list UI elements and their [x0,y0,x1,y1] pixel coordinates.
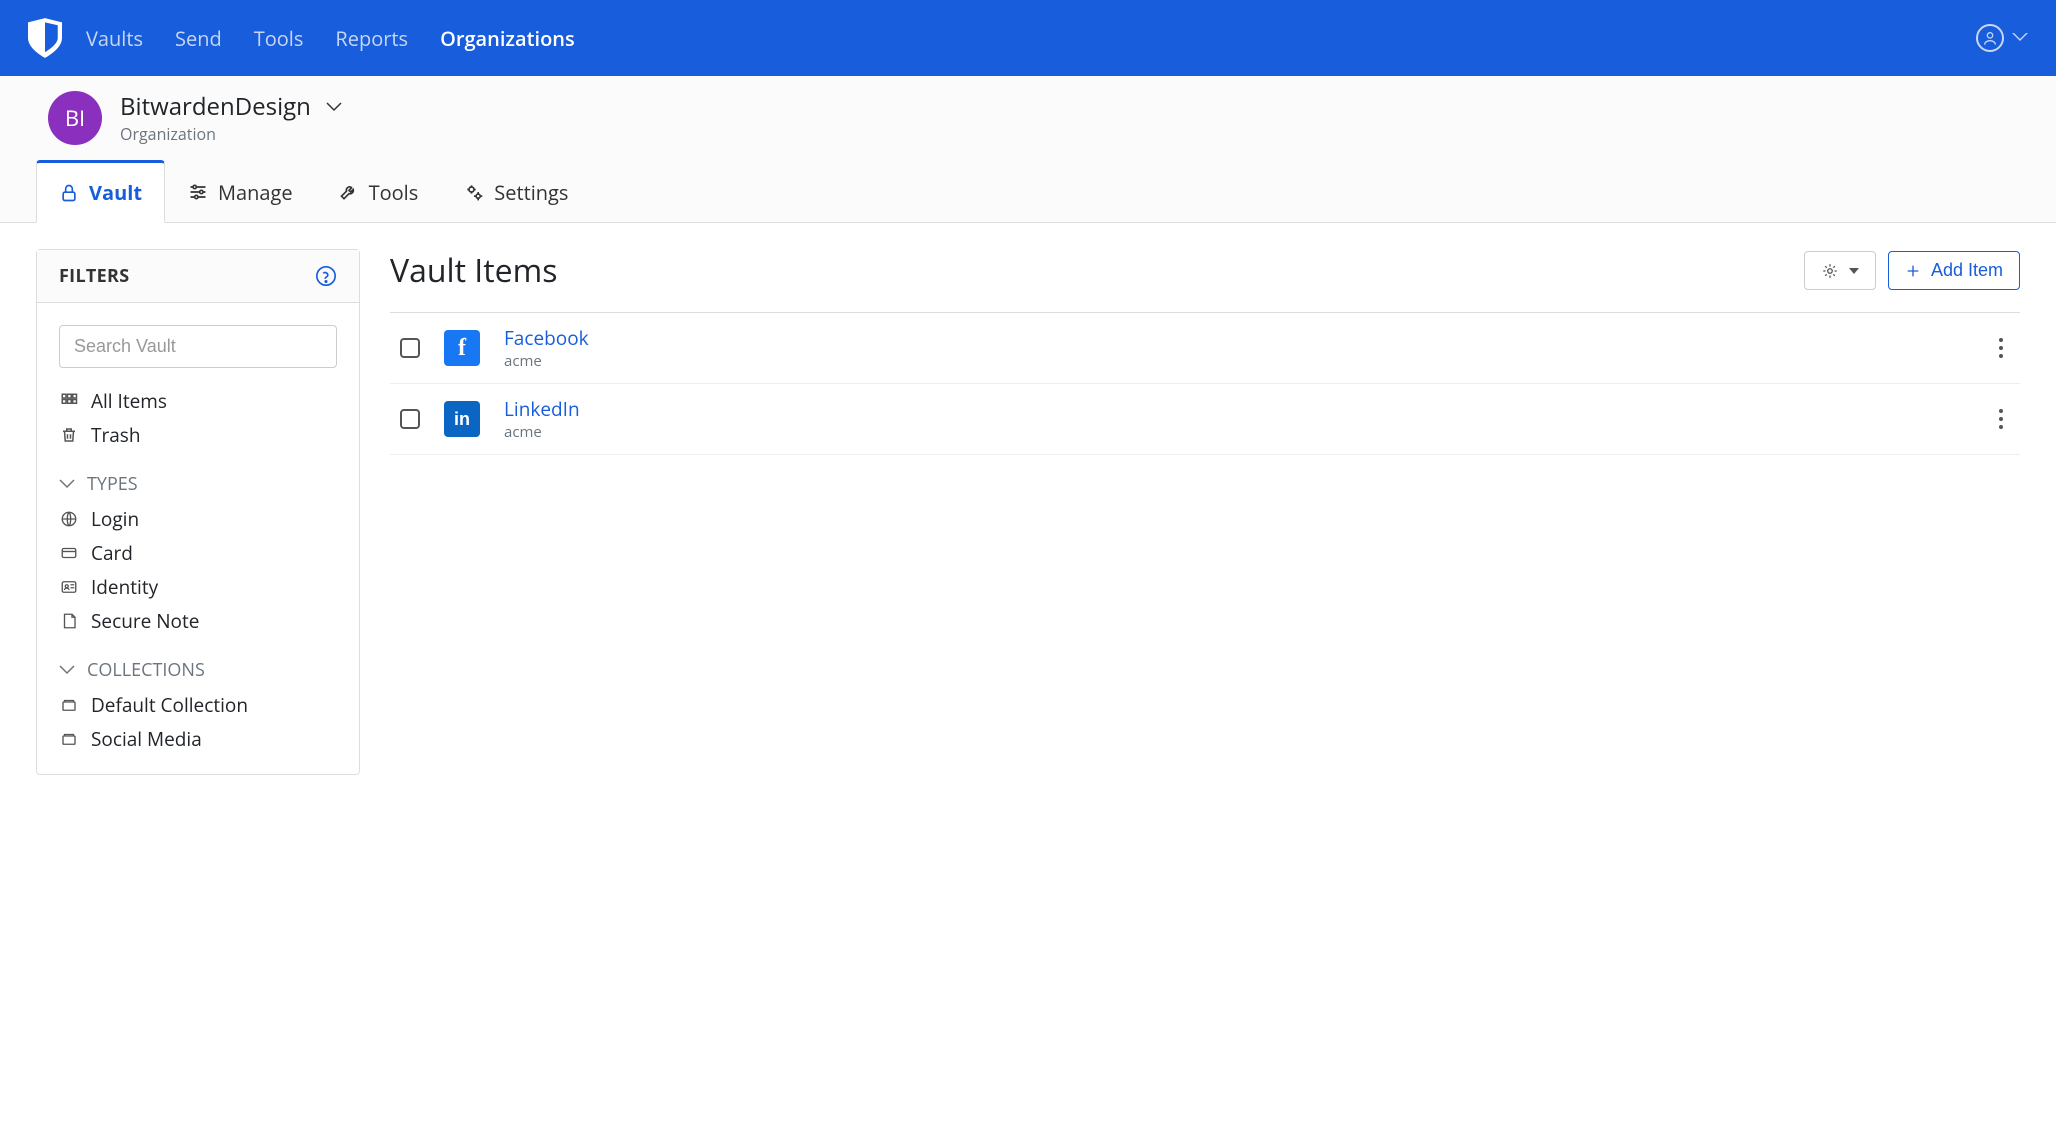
top-nav: Vaults Send Tools Reports Organizations [86,25,575,52]
collection-icon [59,730,79,748]
gears-icon [464,182,484,202]
filter-type-secure-note[interactable]: Secure Note [59,608,337,634]
id-icon [59,578,79,596]
filter-type-login[interactable]: Login [59,506,337,532]
chevron-down-icon [59,665,75,675]
nav-organizations[interactable]: Organizations [440,25,575,52]
lock-icon [59,183,79,203]
filter-label: Trash [91,422,141,448]
org-avatar: BI [48,91,102,145]
filter-type-identity[interactable]: Identity [59,574,337,600]
tab-label: Settings [494,179,568,206]
item-subtitle: acme [504,351,589,371]
vault-items-table: f Facebook acme in LinkedIn acme [390,312,2020,455]
profile-icon[interactable] [1976,24,2004,52]
filter-type-card[interactable]: Card [59,540,337,566]
org-tabs: Vault Manage Tools Settings [0,159,2056,223]
search-input[interactable] [59,325,337,368]
chevron-down-icon [325,102,343,112]
add-item-button[interactable]: Add Item [1888,251,2020,290]
filter-collection-default[interactable]: Default Collection [59,692,337,718]
item-checkbox[interactable] [400,338,420,358]
topbar-right [1976,24,2028,52]
profile-chevron-icon[interactable] [2012,33,2028,43]
globe-icon [59,510,79,528]
filter-group-types[interactable]: TYPES [59,472,337,496]
filter-all-items[interactable]: All Items [59,388,337,414]
vault-item-row: f Facebook acme [390,313,2020,384]
filter-trash[interactable]: Trash [59,422,337,448]
filters-card: FILTERS All Items Trash [36,249,360,775]
filter-label: Login [91,506,139,532]
org-header: BI BitwardenDesign Organization [0,76,2056,159]
item-name[interactable]: LinkedIn [504,396,580,422]
tab-settings[interactable]: Settings [441,160,591,223]
filter-label: Social Media [91,726,202,752]
item-menu-button[interactable] [1992,331,2010,365]
page-title: Vault Items [390,249,557,292]
plus-icon [1905,263,1921,279]
sliders-icon [188,182,208,202]
org-switcher[interactable]: BitwardenDesign [120,90,343,123]
facebook-icon: f [444,330,480,366]
filter-label: Secure Note [91,608,199,634]
tab-manage[interactable]: Manage [165,160,316,223]
collection-icon [59,696,79,714]
filter-label: Card [91,540,133,566]
sidebar: FILTERS All Items Trash [36,249,360,775]
grid-icon [59,392,79,410]
wrench-icon [339,182,359,202]
group-label: COLLECTIONS [87,658,205,682]
linkedin-icon: in [444,401,480,437]
button-label: Add Item [1931,260,2003,281]
item-subtitle: acme [504,422,580,442]
org-name: BitwardenDesign [120,90,311,123]
content: FILTERS All Items Trash [0,223,2056,801]
org-subtitle: Organization [120,123,343,145]
caret-down-icon [1849,268,1859,274]
nav-reports[interactable]: Reports [335,25,408,52]
tab-tools[interactable]: Tools [316,160,442,223]
kebab-icon [1998,337,2004,359]
logo-shield-icon[interactable] [28,18,62,58]
filter-label: All Items [91,388,167,414]
nav-tools[interactable]: Tools [254,25,304,52]
filter-group-collections[interactable]: COLLECTIONS [59,658,337,682]
bulk-actions-button[interactable] [1804,251,1876,290]
kebab-icon [1998,408,2004,430]
tab-label: Manage [218,179,293,206]
trash-icon [59,426,79,444]
gear-icon [1821,262,1839,280]
filter-collection-social-media[interactable]: Social Media [59,726,337,752]
item-menu-button[interactable] [1992,402,2010,436]
group-label: TYPES [87,472,138,496]
nav-send[interactable]: Send [175,25,222,52]
filters-header: FILTERS [37,250,359,303]
main-header: Vault Items Add Item [390,249,2020,292]
filter-label: Identity [91,574,158,600]
note-icon [59,612,79,630]
item-name[interactable]: Facebook [504,325,589,351]
main: Vault Items Add Item f Facebook acme [390,249,2020,775]
tab-vault[interactable]: Vault [36,160,165,223]
topbar: Vaults Send Tools Reports Organizations [0,0,2056,76]
chevron-down-icon [59,479,75,489]
nav-vaults[interactable]: Vaults [86,25,143,52]
help-icon[interactable] [315,265,337,287]
tab-label: Tools [369,179,419,206]
vault-item-row: in LinkedIn acme [390,384,2020,455]
card-icon [59,544,79,562]
filter-label: Default Collection [91,692,248,718]
tab-label: Vault [89,179,142,206]
item-checkbox[interactable] [400,409,420,429]
filters-title: FILTERS [59,264,129,288]
